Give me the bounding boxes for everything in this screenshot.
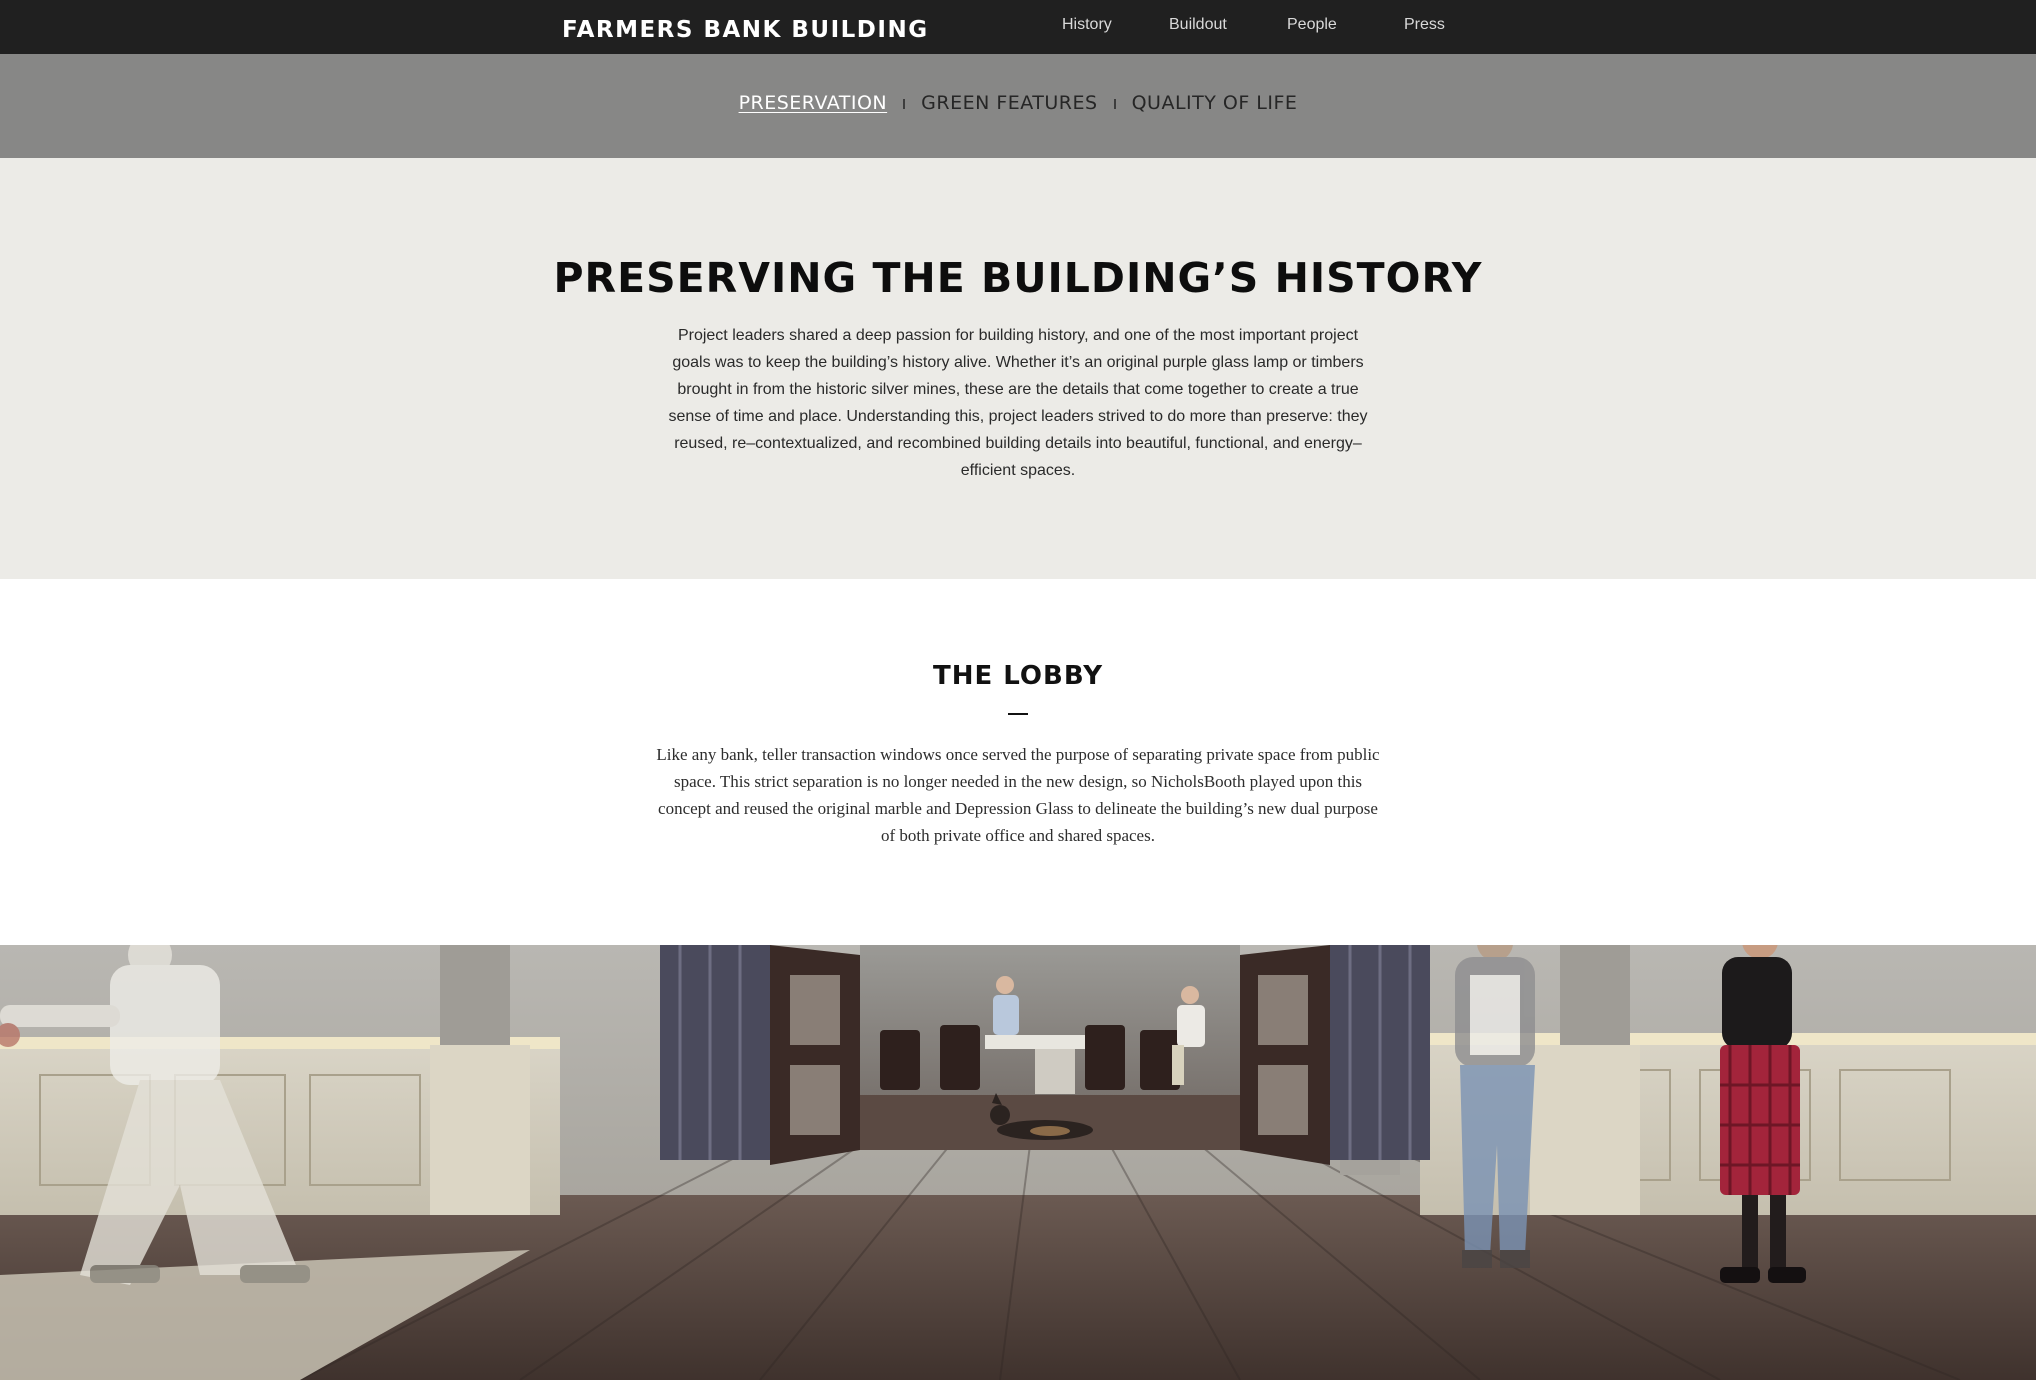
subnav-tab-green-features[interactable]: GREEN FEATURES — [921, 92, 1097, 114]
subnav-tab-preservation[interactable]: PRESERVATION — [739, 92, 888, 114]
nav-link-buildout[interactable]: Buildout — [1169, 16, 1227, 34]
heading-divider — [1008, 713, 1028, 715]
lobby-heading: THE LOBBY — [932, 661, 1104, 691]
subnav-links: PRESERVATION GREEN FEATURES QUALITY OF L… — [0, 92, 2036, 114]
nav-link-press[interactable]: Press — [1404, 16, 1445, 34]
lobby-section: THE LOBBY Like any bank, teller transact… — [0, 579, 2036, 945]
lobby-photo — [0, 945, 2036, 1380]
nav-link-history[interactable]: History — [1062, 16, 1112, 34]
lobby-photo-illustration — [0, 945, 2036, 1380]
history-intro-text: Project leaders shared a deep passion fo… — [668, 327, 1368, 479]
subnav-divider — [903, 99, 906, 109]
top-navigation-bar: FARMERS BANK BUILDING History Buildout P… — [0, 0, 2036, 54]
section-subnav: PRESERVATION GREEN FEATURES QUALITY OF L… — [0, 54, 2036, 158]
page-title: PRESERVING THE BUILDING’S HISTORY — [553, 254, 1483, 302]
nav-link-people[interactable]: People — [1287, 16, 1337, 34]
site-logo[interactable]: FARMERS BANK BUILDING — [562, 17, 929, 43]
history-section: PRESERVING THE BUILDING’S HISTORY Projec… — [0, 158, 2036, 579]
subnav-divider — [1113, 99, 1116, 109]
subnav-tab-quality-of-life[interactable]: QUALITY OF LIFE — [1132, 92, 1298, 114]
lobby-description: Like any bank, teller transaction window… — [656, 745, 1380, 845]
